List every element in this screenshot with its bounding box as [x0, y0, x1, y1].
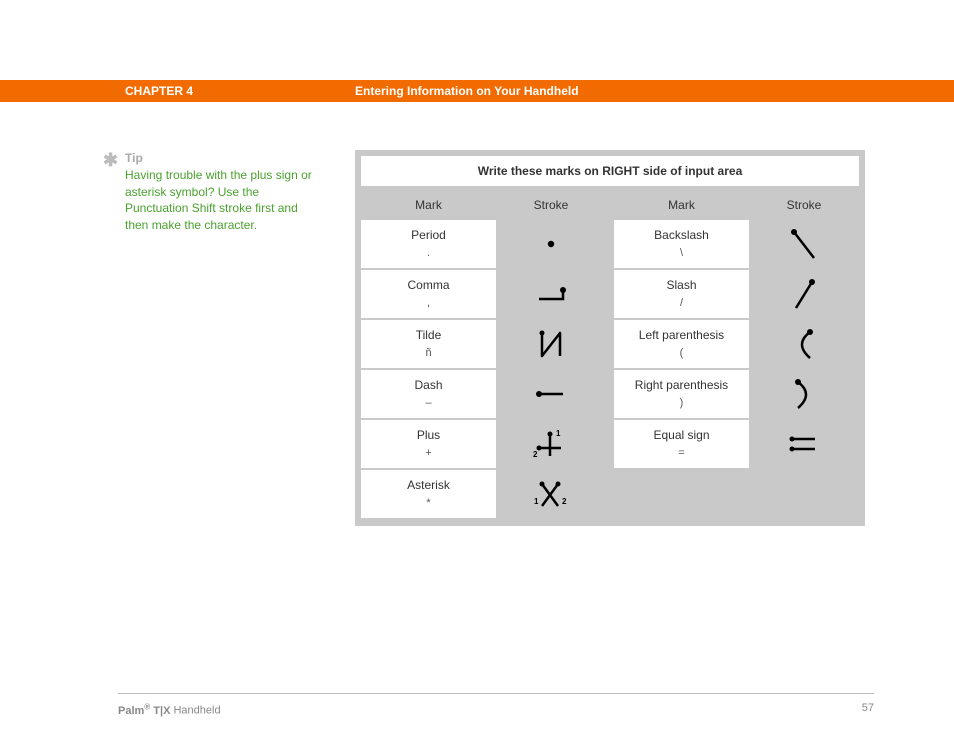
mark-name: Tilde — [416, 328, 442, 344]
mark-symbol: – — [425, 396, 431, 410]
column-headers: Mark Stroke Mark Stroke — [361, 188, 859, 220]
stroke-tilde — [496, 320, 606, 368]
mark-dash: Dash – — [361, 370, 496, 418]
table-row: Comma , Slash / — [361, 270, 859, 318]
stroke-table: Write these marks on RIGHT side of input… — [355, 150, 865, 526]
mark-symbol: , — [427, 296, 430, 310]
mark-name: Backslash — [654, 228, 709, 244]
mark-name: Period — [411, 228, 446, 244]
mark-comma: Comma , — [361, 270, 496, 318]
mark-name: Plus — [417, 428, 440, 444]
stroke-right-paren — [749, 370, 859, 418]
mark-symbol: + — [425, 446, 431, 460]
mark-plus: Plus + — [361, 420, 496, 468]
mark-symbol: = — [678, 446, 684, 460]
mark-equal: Equal sign = — [614, 420, 749, 468]
tip-label: Tip — [125, 150, 313, 167]
stroke-dash — [496, 370, 606, 418]
mark-name: Dash — [414, 378, 442, 394]
mark-symbol: ) — [680, 396, 684, 410]
footer-brand-name: Palm — [118, 705, 144, 717]
stroke-left-paren — [749, 320, 859, 368]
footer-suffix: Handheld — [173, 705, 220, 717]
table-row: Plus + 1 2 Equal sign = — [361, 420, 859, 468]
svg-text:2: 2 — [562, 497, 567, 506]
mark-backslash: Backslash \ — [614, 220, 749, 268]
table-row: Dash – Right parenthesis ) — [361, 370, 859, 418]
mark-name: Comma — [407, 278, 449, 294]
stroke-equal — [749, 420, 859, 468]
mark-right-paren: Right parenthesis ) — [614, 370, 749, 418]
stroke-plus: 1 2 — [496, 420, 606, 468]
footer-rule — [118, 693, 874, 694]
mark-symbol: ( — [680, 346, 684, 360]
svg-text:1: 1 — [534, 497, 539, 506]
mark-name: Right parenthesis — [635, 378, 728, 394]
table-row: Tilde ñ Left parenthesis ( — [361, 320, 859, 368]
header-bar: CHAPTER 4 Entering Information on Your H… — [0, 80, 954, 102]
mark-left-paren: Left parenthesis ( — [614, 320, 749, 368]
mark-tilde: Tilde ñ — [361, 320, 496, 368]
table-row: Period . Backslash \ — [361, 220, 859, 268]
mark-period: Period . — [361, 220, 496, 268]
stroke-period — [496, 220, 606, 268]
mark-name: Asterisk — [407, 478, 450, 494]
chapter-label: CHAPTER 4 — [125, 84, 193, 98]
svg-text:1: 1 — [556, 429, 561, 438]
chapter-title: Entering Information on Your Handheld — [355, 84, 579, 98]
mark-name: Equal sign — [653, 428, 709, 444]
stroke-comma — [496, 270, 606, 318]
stroke-slash — [749, 270, 859, 318]
mark-slash: Slash / — [614, 270, 749, 318]
tip-text: Having trouble with the plus sign or ast… — [125, 167, 313, 234]
mark-name: Slash — [666, 278, 696, 294]
tip-block: ✱ Tip Having trouble with the plus sign … — [103, 150, 313, 234]
mark-name: Left parenthesis — [639, 328, 724, 344]
page-number: 57 — [862, 702, 874, 714]
table-title: Write these marks on RIGHT side of input… — [361, 156, 859, 186]
mark-asterisk: Asterisk * — [361, 470, 496, 518]
svg-text:2: 2 — [533, 450, 538, 459]
mark-symbol: ñ — [425, 346, 431, 360]
asterisk-icon: ✱ — [103, 148, 118, 173]
mark-symbol: / — [680, 296, 683, 310]
col-mark-2: Mark — [614, 198, 749, 212]
mark-symbol: * — [426, 496, 430, 510]
col-stroke-1: Stroke — [496, 198, 606, 212]
col-mark-1: Mark — [361, 198, 496, 212]
stroke-backslash — [749, 220, 859, 268]
col-stroke-2: Stroke — [749, 198, 859, 212]
mark-symbol: \ — [680, 246, 683, 260]
footer-model: T|X — [153, 705, 170, 717]
footer-brand: Palm® T|X Handheld — [118, 702, 221, 717]
mark-symbol: . — [427, 246, 430, 260]
table-row: Asterisk * 1 2 — [361, 470, 859, 518]
stroke-asterisk: 1 2 — [496, 470, 606, 518]
